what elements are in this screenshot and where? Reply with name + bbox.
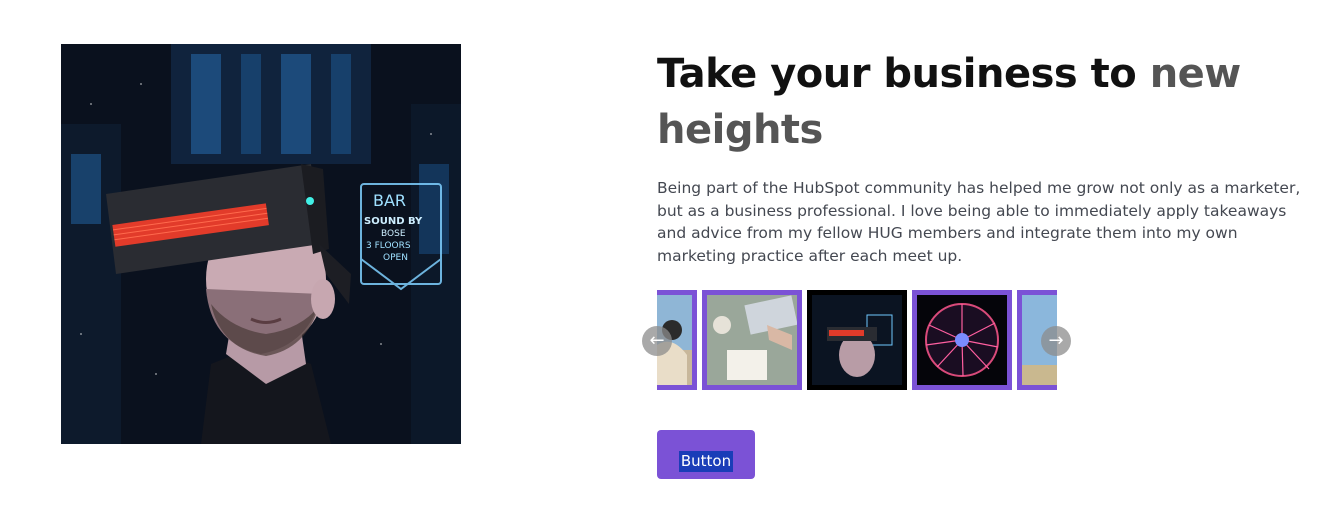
arrow-left-icon: ← <box>649 330 665 351</box>
sign-sound-text: SOUND BY <box>364 216 423 227</box>
testimonial-text: Being part of the HubSpot community has … <box>657 179 1301 265</box>
carousel-slide-plasma-ball[interactable] <box>912 290 1012 390</box>
sign-floors-text: 3 FLOORS <box>366 241 411 251</box>
page-title: Take your business to new heights <box>657 46 1277 158</box>
cta-button[interactable]: Button <box>657 430 755 479</box>
arrow-right-icon: → <box>1048 330 1064 351</box>
hero-image: BAR SOUND BY BOSE 3 FLOORS OPEN <box>61 44 461 444</box>
image-carousel <box>657 290 1057 390</box>
carousel-prev-button[interactable]: ← <box>642 326 672 356</box>
cta-button-label: Button <box>678 451 734 472</box>
sign-bar-text: BAR <box>373 191 406 210</box>
headline-dark: Take your business to <box>657 51 1150 97</box>
sign-bose-text: BOSE <box>381 229 406 239</box>
page: BAR SOUND BY BOSE 3 FLOORS OPEN Take you… <box>0 0 1325 517</box>
carousel-slide-desk[interactable] <box>702 290 802 390</box>
carousel-slide-vr-man[interactable] <box>807 290 907 390</box>
vr-man-illustration: BAR SOUND BY BOSE 3 FLOORS OPEN <box>61 44 461 444</box>
carousel-next-button[interactable]: → <box>1041 326 1071 356</box>
sign-open-text: OPEN <box>383 253 408 263</box>
